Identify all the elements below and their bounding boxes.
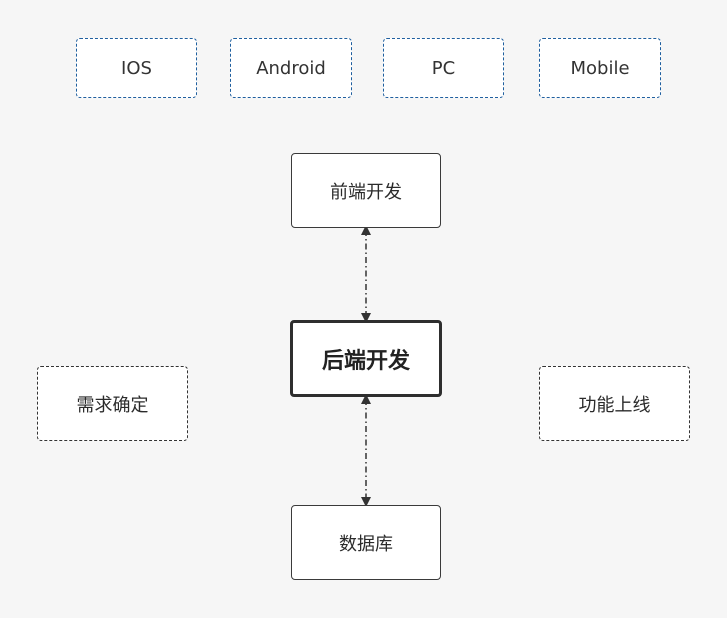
node-launch-label: 功能上线 (578, 394, 651, 416)
node-requirements-label: 需求确定 (76, 394, 149, 416)
node-database-label: 数据库 (339, 533, 393, 555)
node-launch[interactable]: 功能上线 (539, 366, 690, 441)
node-backend-label: 后端开发 (321, 348, 410, 374)
node-frontend-label: 前端开发 (330, 181, 402, 203)
node-database[interactable]: 数据库 (291, 505, 441, 580)
node-frontend[interactable]: 前端开发 (291, 153, 441, 228)
node-backend[interactable]: 后端开发 (290, 320, 442, 397)
diagram-canvas: IOS Android PC Mobile 前端开发 后端开发 数据库 需求确定… (0, 0, 727, 618)
node-requirements[interactable]: 需求确定 (37, 366, 188, 441)
